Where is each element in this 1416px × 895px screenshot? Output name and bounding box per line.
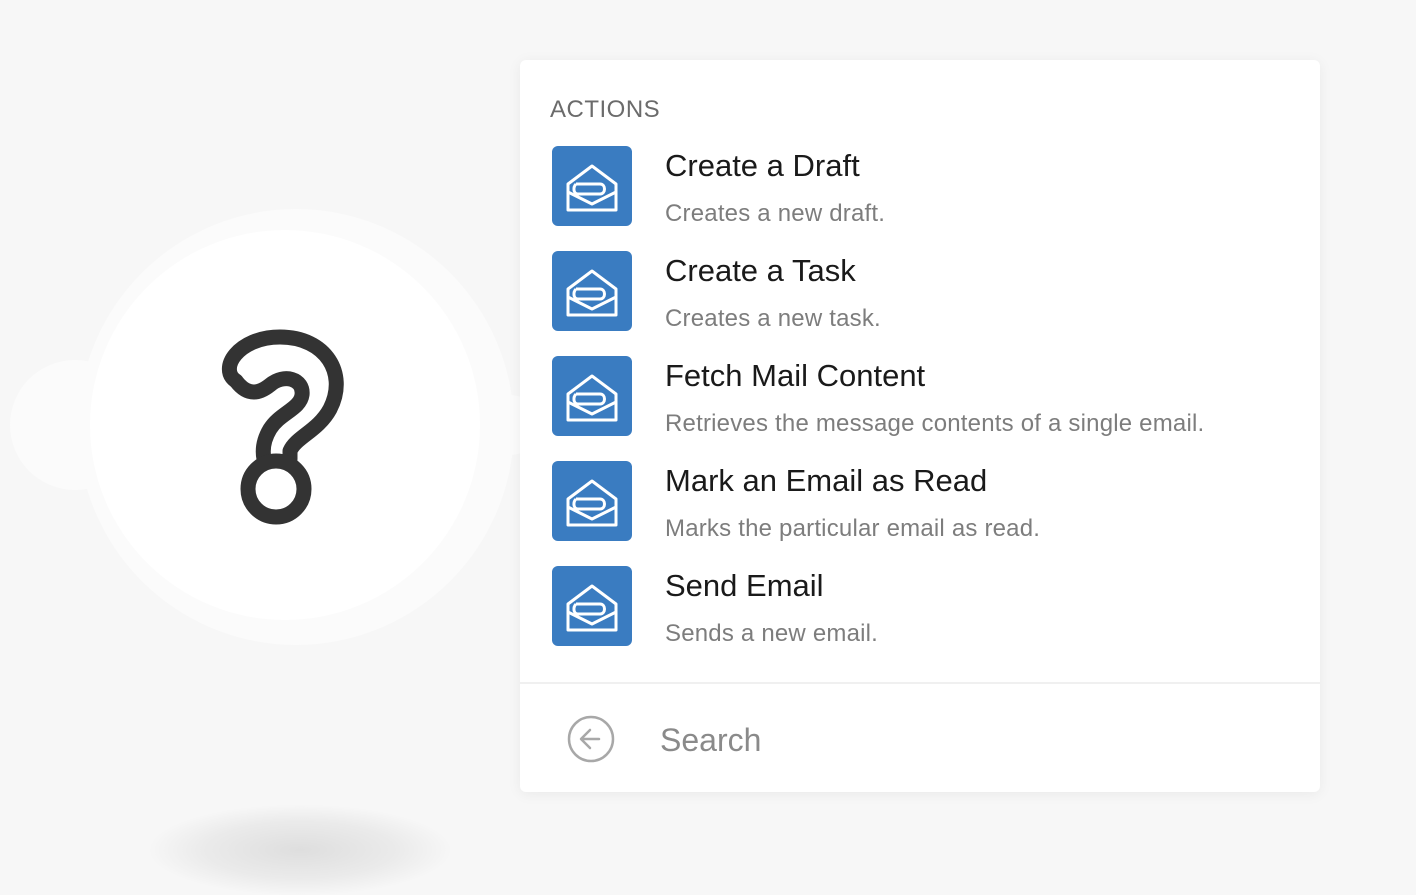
section-label-actions: ACTIONS — [550, 96, 661, 123]
panel-footer — [520, 682, 1320, 794]
mail-open-icon — [552, 461, 632, 541]
mail-open-icon — [552, 251, 632, 331]
action-description: Sends a new email. — [665, 620, 879, 647]
mail-open-icon — [552, 146, 632, 226]
action-title: Fetch Mail Content — [665, 358, 926, 393]
module-shadow — [150, 805, 450, 895]
action-title: Create a Draft — [665, 148, 860, 183]
mail-open-icon — [552, 566, 632, 646]
action-description: Creates a new draft. — [665, 200, 886, 227]
action-title: Create a Task — [665, 253, 856, 288]
action-item-create-task[interactable]: Create a Task Creates a new task. — [552, 251, 1292, 356]
question-mark-icon — [221, 329, 344, 525]
action-description: Marks the particular email as read. — [665, 515, 1041, 542]
action-title: Send Email — [665, 568, 824, 603]
arrow-left-circle-icon — [567, 715, 615, 763]
action-list: Create a Draft Creates a new draft. Crea… — [552, 146, 1292, 671]
action-item-fetch-mail-content[interactable]: Fetch Mail Content Retrieves the message… — [552, 356, 1292, 461]
action-item-create-draft[interactable]: Create a Draft Creates a new draft. — [552, 146, 1292, 251]
action-description: Retrieves the message contents of a sing… — [665, 410, 1205, 437]
actions-panel: ACTIONS Create a Draft Creates a new dra… — [520, 60, 1320, 792]
action-item-send-email[interactable]: Send Email Sends a new email. — [552, 566, 1292, 671]
action-item-mark-email-read[interactable]: Mark an Email as Read Marks the particul… — [552, 461, 1292, 566]
placeholder-module[interactable] — [10, 205, 540, 895]
action-description: Creates a new task. — [665, 305, 881, 332]
action-title: Mark an Email as Read — [665, 463, 988, 498]
search-input[interactable] — [660, 712, 1260, 768]
mail-open-icon — [552, 356, 632, 436]
module-core[interactable] — [90, 230, 480, 620]
back-button[interactable] — [566, 714, 616, 764]
